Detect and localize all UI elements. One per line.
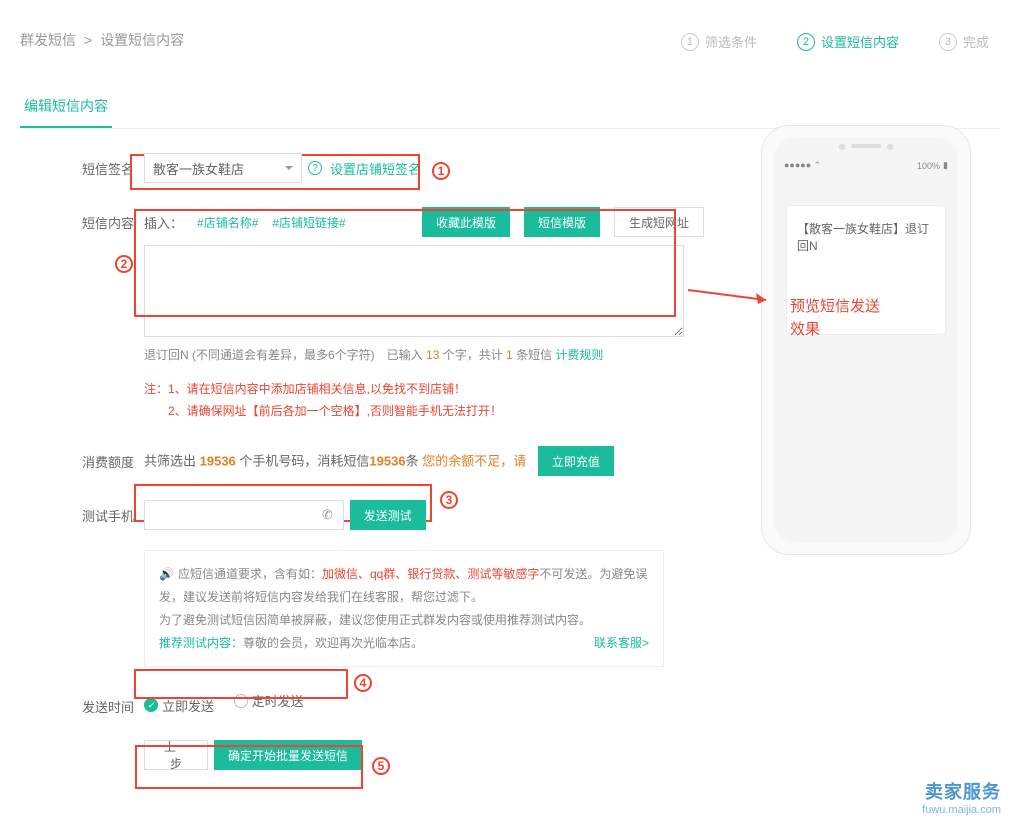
recommended-content-link[interactable]: 推荐测试内容：	[159, 636, 243, 650]
recharge-button[interactable]: 立即充值	[538, 446, 614, 476]
battery-icon: ▮	[943, 160, 948, 171]
breadcrumb-current: 设置短信内容	[100, 30, 184, 50]
short-url-button[interactable]: 生成短网址	[614, 207, 704, 237]
set-signature-link[interactable]: 设置店铺短签名	[330, 159, 421, 178]
callout-1: 1	[432, 162, 450, 180]
tab-edit-content[interactable]: 编辑短信内容	[20, 86, 112, 128]
label-sign: 短信签名	[70, 153, 134, 178]
callout-4: 4	[354, 674, 372, 692]
watermark: 卖家服务 fuwu.maijia.com	[922, 782, 1001, 817]
step-2: 2设置短信内容	[797, 32, 899, 51]
char-counter: 退订回N (不同通道会有差异，最多6个字符) 已输入 13 个字，共计 1 条短…	[144, 346, 704, 363]
prev-step-button[interactable]: 上一步	[144, 740, 208, 770]
speaker-icon: 🔊	[159, 567, 174, 581]
quota-line: 共筛选出 19536 个手机号码，消耗短信19536条 您的余额不足，请 立即充…	[144, 446, 704, 476]
callout-2: 2	[115, 255, 133, 273]
insert-shop-name[interactable]: #店铺名称#	[197, 214, 258, 231]
tip-panel: 🔊应短信通道要求，含有如：加微信、qq群、银行贷款、测试等敏感字不可发送。为避免…	[144, 550, 664, 667]
label-send-time: 发送时间	[70, 691, 134, 716]
signature-select[interactable]: 散客一族女鞋店	[144, 153, 302, 183]
label-test-phone: 测试手机	[70, 500, 134, 525]
billing-rule-link[interactable]: 计费规则	[555, 348, 603, 362]
signal-icon: ●●●●● ⌃	[784, 160, 821, 171]
sms-template-button[interactable]: 短信模版	[524, 207, 600, 237]
favorite-template-button[interactable]: 收藏此模版	[422, 207, 510, 237]
callout-5: 5	[372, 757, 390, 775]
sms-content-textarea[interactable]	[144, 245, 684, 337]
tab-header: 编辑短信内容	[20, 86, 999, 129]
breadcrumb-sep: >	[84, 32, 92, 48]
send-test-button[interactable]: 发送测试	[350, 500, 426, 530]
insert-shop-link[interactable]: #店铺短链接#	[272, 214, 345, 231]
step-indicator: 1筛选条件 2设置短信内容 3完成	[681, 32, 989, 51]
phone-icon: ✆	[322, 507, 333, 523]
label-quota: 消费额度	[70, 446, 134, 471]
test-phone-input[interactable]	[144, 500, 344, 530]
insert-prefix: 插入：	[144, 213, 183, 232]
content-note: 注：1、请在短信内容中添加店铺相关信息,以免找不到店铺！ 2、请确保网址【前后各…	[144, 379, 704, 422]
step-3: 3完成	[939, 32, 989, 51]
breadcrumb-parent[interactable]: 群发短信	[20, 30, 76, 50]
radio-send-now[interactable]: 立即发送	[144, 696, 214, 715]
help-icon[interactable]: ?	[308, 161, 322, 175]
label-content: 短信内容	[70, 207, 134, 232]
preview-annotation: 预览短信发送 效果	[790, 296, 880, 341]
contact-support-link[interactable]: 联系客服>	[594, 632, 649, 655]
confirm-send-button[interactable]: 确定开始批量发送短信	[214, 740, 362, 770]
step-1: 1筛选条件	[681, 32, 757, 51]
radio-send-timed[interactable]: 定时发送	[234, 691, 304, 710]
